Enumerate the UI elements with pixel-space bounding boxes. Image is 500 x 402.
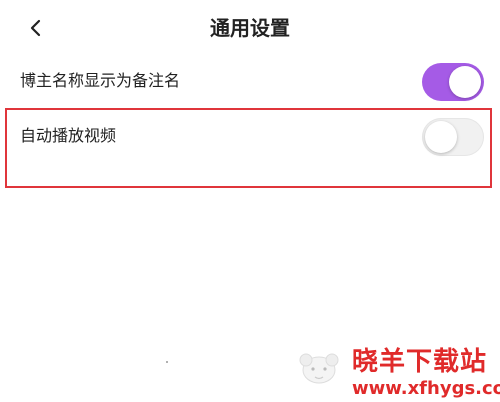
setting-row-blogger-name-remark: 博主名称显示为备注名	[0, 57, 500, 107]
toggle-autoplay-video[interactable]	[422, 118, 484, 156]
header-bar: 通用设置	[0, 0, 500, 56]
watermark-title: 晓羊下载站	[352, 347, 488, 377]
toggle-blogger-name-remark[interactable]	[422, 63, 484, 101]
setting-label: 自动播放视频	[20, 126, 117, 145]
stray-dot	[166, 361, 168, 363]
toggle-knob	[425, 121, 457, 153]
page-title: 通用设置	[210, 16, 290, 40]
watermark: 晓羊下载站 www.xfhygs.com	[292, 346, 500, 402]
toggle-knob	[449, 66, 481, 98]
sheep-logo-icon	[299, 353, 339, 384]
watermark-url: www.xfhygs.com	[352, 378, 500, 399]
setting-label: 博主名称显示为备注名	[20, 71, 181, 90]
setting-row-autoplay-video: 自动播放视频	[0, 112, 500, 162]
